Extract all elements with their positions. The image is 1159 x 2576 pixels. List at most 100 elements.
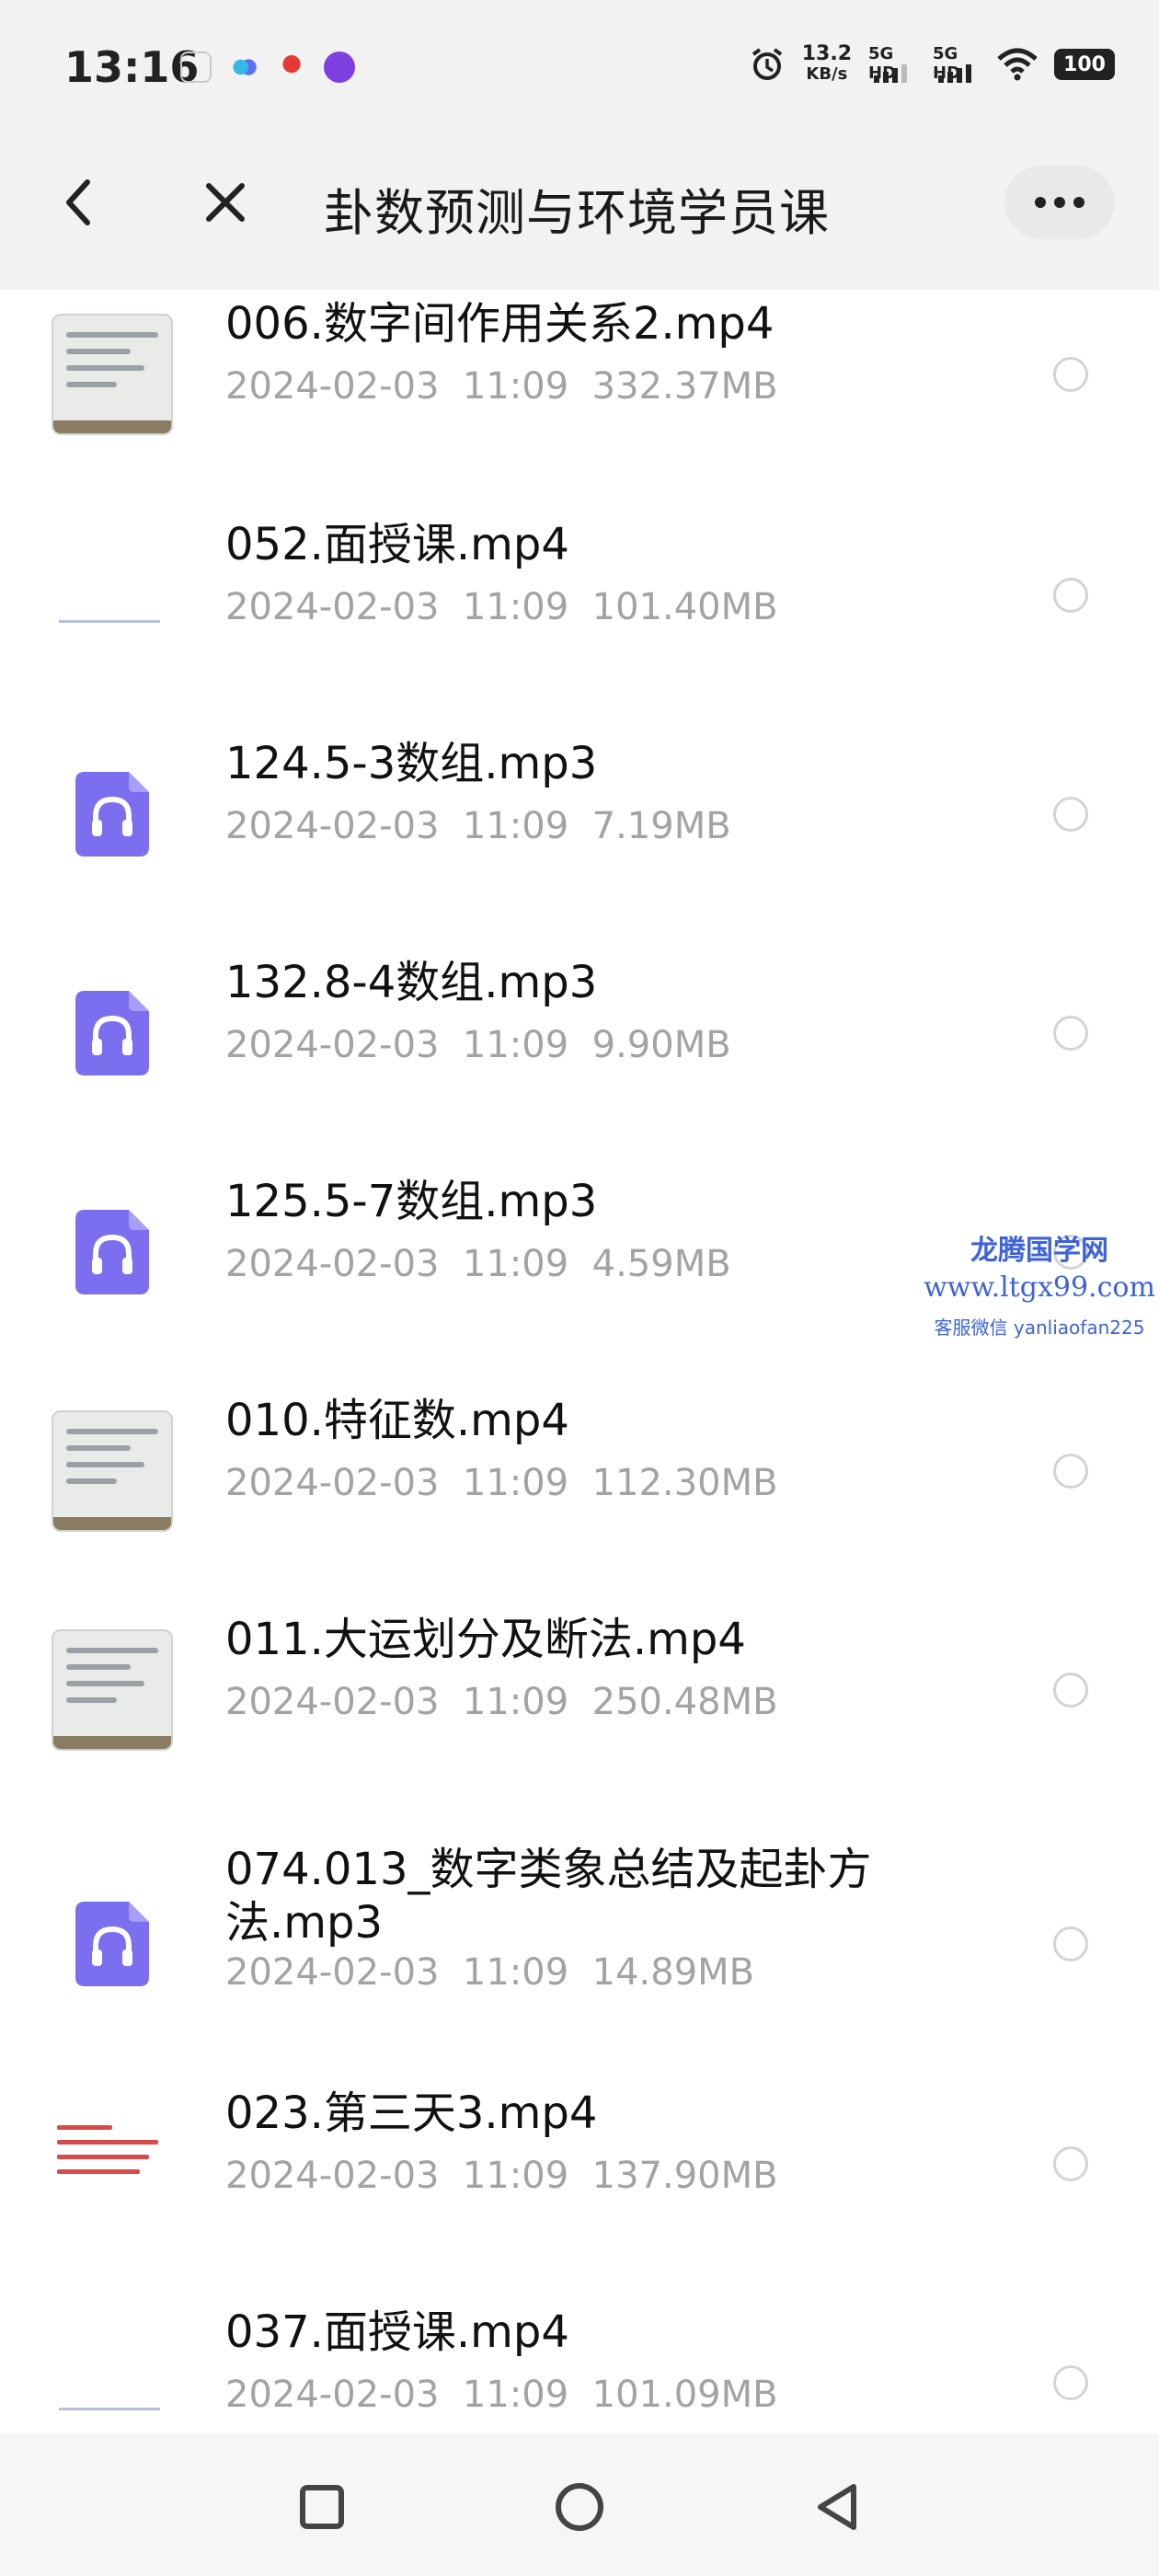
file-row[interactable]: 023.第三天3.mp4 2024-02-03 11:09 137.90MB [0, 2061, 1159, 2280]
file-list: 006.数字间作用关系2.mp4 2024-02-03 11:09 332.37M… [0, 290, 1159, 2433]
file-time: 11:09 [462, 1243, 569, 1285]
file-row[interactable]: 037.面授课.mp4 2024-02-03 11:09 101.09MB [0, 2280, 1159, 2433]
video-thumbnail [52, 1629, 173, 1751]
watermark-url: www.ltgx99.com [924, 1271, 1155, 1304]
file-time: 11:09 [462, 1462, 569, 1504]
file-name: 132.8-4数组.mp3 [225, 957, 598, 1008]
wifi-icon [997, 48, 1038, 81]
file-name: 037.面授课.mp4 [225, 2306, 569, 2358]
more-options-button[interactable] [1004, 166, 1115, 239]
map-pin-notification-icon [276, 52, 307, 83]
file-meta: 2024-02-03 11:09 101.09MB [225, 2374, 778, 2416]
watermark-site-name: 龙腾国学网 [970, 1235, 1108, 1267]
watermark: 龙腾国学网 www.ltgx99.com 客服微信 yanliaofan225 [920, 1227, 1159, 1340]
status-bar: 13:16 13.2 KB/s 5G HD 5G HD 100 [0, 0, 1159, 115]
file-meta: 2024-02-03 11:09 9.90MB [225, 1024, 731, 1066]
select-radio[interactable] [1053, 357, 1088, 392]
close-icon [206, 183, 245, 222]
file-row[interactable]: 006.数字间作用关系2.mp4 2024-02-03 11:09 332.37M… [0, 290, 1159, 490]
audio-file-icon [75, 1902, 149, 1986]
file-date: 2024-02-03 [225, 2155, 440, 2197]
status-time: 13:16 [64, 42, 200, 92]
alarm-icon [752, 48, 782, 80]
more-dots-icon [1035, 197, 1046, 208]
file-name: 052.面授课.mp4 [225, 519, 569, 570]
file-row[interactable]: 010.特征数.mp4 2024-02-03 11:09 112.30MB [0, 1368, 1159, 1587]
watermark-contact: 客服微信 yanliaofan225 [934, 1317, 1145, 1339]
audio-file-icon [75, 991, 149, 1075]
select-radio[interactable] [1053, 2365, 1088, 2400]
audio-file-icon [75, 1210, 149, 1294]
select-radio[interactable] [1053, 1926, 1088, 1961]
audio-file-icon [75, 772, 149, 857]
select-radio[interactable] [1053, 797, 1088, 832]
select-radio[interactable] [1053, 1673, 1088, 1708]
file-size: 101.40MB [591, 586, 778, 628]
file-name: 011.大运划分及断法.mp4 [225, 1614, 746, 1665]
file-row[interactable]: 074.013_数字类象总结及起卦方法.mp3 2024-02-03 11:09 … [0, 1806, 1159, 2060]
file-size: 14.89MB [591, 1951, 755, 1994]
file-date: 2024-02-03 [225, 1243, 440, 1285]
file-meta: 2024-02-03 11:09 250.48MB [225, 1681, 778, 1723]
file-time: 11:09 [462, 586, 569, 628]
file-time: 11:09 [462, 365, 569, 408]
chevron-left-icon [66, 179, 90, 225]
notification-icons [180, 52, 355, 83]
file-size: 112.30MB [591, 1462, 778, 1504]
file-date: 2024-02-03 [225, 586, 440, 628]
file-date: 2024-02-03 [225, 1951, 440, 1994]
file-size: 4.59MB [591, 1243, 731, 1285]
select-radio[interactable] [1053, 1016, 1088, 1051]
file-date: 2024-02-03 [225, 805, 440, 847]
triangle-back-icon [818, 2484, 856, 2530]
file-time: 11:09 [462, 2155, 569, 2197]
system-icons: 13.2 KB/s 5G HD 5G HD 100 [749, 44, 1115, 85]
file-meta: 2024-02-03 11:09 4.59MB [225, 1243, 731, 1285]
nav-back-button[interactable] [800, 2470, 874, 2544]
file-name: 023.第三天3.mp4 [225, 2087, 598, 2139]
file-row[interactable]: 124.5-3数组.mp3 2024-02-03 11:09 7.19MB [0, 711, 1159, 930]
file-date: 2024-02-03 [225, 2374, 440, 2416]
file-meta: 2024-02-03 11:09 14.89MB [225, 1951, 754, 1994]
file-row[interactable]: 011.大运划分及断法.mp4 2024-02-03 11:09 250.48MB [0, 1587, 1159, 1806]
select-radio[interactable] [1053, 1454, 1088, 1489]
file-name: 074.013_数字类象总结及起卦方法.mp3 [225, 1844, 872, 1949]
page-title: 卦数预测与环境学员课 [324, 184, 830, 242]
select-radio[interactable] [1053, 2146, 1088, 2181]
cloud-notification-icon [228, 52, 259, 83]
video-thumbnail [52, 2322, 173, 2433]
home-button[interactable] [543, 2470, 616, 2544]
close-button[interactable] [189, 170, 262, 235]
file-size: 9.90MB [591, 1024, 731, 1066]
file-row[interactable]: 052.面授课.mp4 2024-02-03 11:09 101.40MB [0, 492, 1159, 711]
select-radio[interactable] [1053, 578, 1088, 613]
infinity-notification-icon [324, 52, 355, 83]
file-date: 2024-02-03 [225, 1024, 440, 1066]
file-size: 332.37MB [591, 365, 778, 408]
file-size: 250.48MB [591, 1681, 778, 1723]
square-icon [300, 2485, 344, 2529]
back-button[interactable] [46, 170, 110, 235]
file-meta: 2024-02-03 11:09 7.19MB [225, 805, 731, 847]
file-size: 101.09MB [591, 2374, 778, 2416]
recents-button[interactable] [285, 2470, 359, 2544]
file-size: 137.90MB [591, 2155, 778, 2197]
file-time: 11:09 [462, 1681, 569, 1723]
video-thumbnail [52, 2103, 173, 2225]
file-meta: 2024-02-03 11:09 101.40MB [225, 586, 778, 628]
app-notification-icon [180, 52, 212, 83]
title-bar: 卦数预测与环境学员课 [0, 115, 1159, 290]
file-time: 11:09 [462, 1951, 569, 1994]
sim1-signal-icon: 5G HD [868, 44, 916, 85]
file-name: 010.特征数.mp4 [225, 1395, 569, 1446]
file-date: 2024-02-03 [225, 365, 440, 408]
file-meta: 2024-02-03 11:09 112.30MB [225, 1462, 778, 1504]
file-row[interactable]: 132.8-4数组.mp3 2024-02-03 11:09 9.90MB [0, 930, 1159, 1149]
file-date: 2024-02-03 [225, 1681, 440, 1723]
video-thumbnail [52, 535, 173, 656]
file-time: 11:09 [462, 1024, 569, 1066]
circle-icon [556, 2483, 603, 2531]
file-meta: 2024-02-03 11:09 332.37MB [225, 365, 778, 408]
file-name: 006.数字间作用关系2.mp4 [225, 298, 775, 350]
video-thumbnail [52, 1410, 173, 1532]
